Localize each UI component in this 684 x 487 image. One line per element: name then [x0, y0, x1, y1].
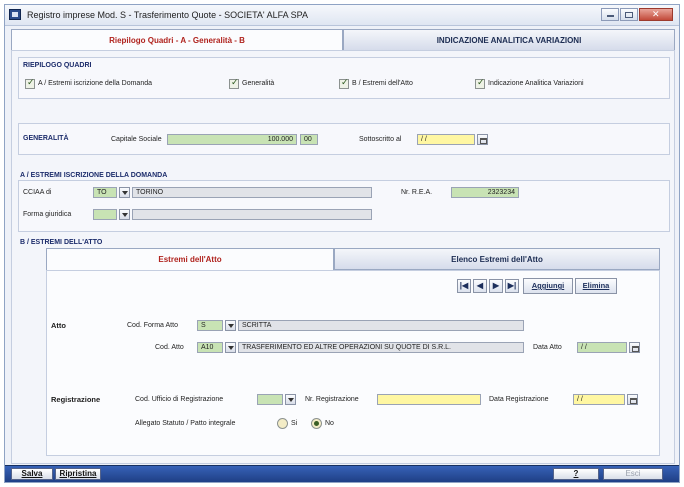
data-atto-label: Data Atto — [533, 344, 562, 351]
rea-label: Nr. R.E.A. — [401, 189, 433, 196]
radio-si[interactable] — [277, 418, 288, 429]
checkbox-generalita[interactable] — [229, 77, 239, 89]
allegato-statuto-label: Allegato Statuto / Patto integrale — [135, 420, 236, 427]
app-icon — [9, 9, 21, 20]
cciaa-dropdown-icon[interactable] — [119, 187, 130, 198]
radio-no-label: No — [325, 420, 334, 427]
cod-ufficio-dropdown-icon[interactable] — [285, 394, 296, 405]
forma-giuridica-label: Forma giuridica — [23, 211, 72, 218]
title-bar: Registro imprese Mod. S - Trasferimento … — [5, 5, 679, 26]
cod-forma-atto-field[interactable]: S — [197, 320, 223, 331]
cod-atto-dropdown-icon[interactable] — [225, 342, 236, 353]
checkbox-estremi-atto-label: B / Estremi dell'Atto — [352, 80, 413, 87]
riepilogo-panel: RIEPILOGO QUADRI A / Estremi iscrizione … — [18, 57, 670, 99]
cod-forma-atto-label: Cod. Forma Atto — [127, 322, 178, 329]
forma-atto-desc-field: SCRITTA — [238, 320, 524, 331]
calendar-icon[interactable] — [477, 134, 488, 145]
data-atto-field[interactable]: / / — [577, 342, 627, 353]
radio-no[interactable] — [311, 418, 322, 429]
calendar-icon[interactable] — [627, 394, 638, 405]
checkbox-generalita-label: Generalità — [242, 80, 275, 87]
save-button[interactable]: Salva — [11, 468, 53, 480]
checkbox-estremi-iscrizione[interactable] — [25, 77, 35, 89]
checkbox-estremi-atto[interactable] — [339, 77, 349, 89]
last-record-icon[interactable]: ▶| — [505, 279, 519, 293]
bottom-toolbar: Salva Ripristina ? Esci — [5, 465, 679, 482]
window-controls — [600, 8, 673, 21]
close-button[interactable] — [639, 8, 673, 21]
cod-ufficio-label: Cod. Ufficio di Registrazione — [135, 396, 224, 403]
elimina-button[interactable]: Elimina — [575, 278, 617, 294]
record-navigator: |◀ ◀ ▶ ▶| Aggiungi Elimina — [457, 278, 657, 295]
tab-riepilogo[interactable]: Riepilogo Quadri - A - Generalità - B — [11, 29, 343, 51]
capitale-sociale-field[interactable]: 100.000 — [167, 134, 297, 145]
nr-registrazione-label: Nr. Registrazione — [305, 396, 359, 403]
capitale-decimali-field[interactable]: 00 — [300, 134, 318, 145]
generalita-title: GENERALITÀ — [23, 135, 69, 142]
maximize-button[interactable] — [620, 8, 638, 21]
minimize-button[interactable] — [601, 8, 619, 21]
tab-content: RIEPILOGO QUADRI A / Estremi iscrizione … — [11, 50, 675, 464]
tab-estremi-atto[interactable]: Estremi dell'Atto — [46, 248, 334, 270]
next-record-icon[interactable]: ▶ — [489, 279, 503, 293]
sezione-b-title: B / ESTREMI DELL'ATTO — [20, 239, 103, 246]
cod-forma-atto-dropdown-icon[interactable] — [225, 320, 236, 331]
prev-record-icon[interactable]: ◀ — [473, 279, 487, 293]
exit-button[interactable]: Esci — [603, 468, 663, 480]
nr-registrazione-field[interactable] — [377, 394, 481, 405]
radio-si-label: Si — [291, 420, 298, 427]
sottoscritto-field[interactable]: / / — [417, 134, 475, 145]
generalita-panel: GENERALITÀ Capitale Sociale 100.000 00 S… — [18, 123, 670, 155]
tab-indicazione-analitica[interactable]: INDICAZIONE ANALITICA VARIAZIONI — [343, 29, 675, 51]
rea-field[interactable]: 2323234 — [451, 187, 519, 198]
riepilogo-title: RIEPILOGO QUADRI — [23, 62, 92, 69]
cod-atto-field[interactable]: A10 — [197, 342, 223, 353]
forma-giuridica-desc-field — [132, 209, 372, 220]
main-window: Registro imprese Mod. S - Trasferimento … — [4, 4, 680, 483]
sezione-a-panel: CCIAA di TO TORINO Nr. R.E.A. 2323234 Fo… — [18, 180, 670, 232]
help-button[interactable]: ? — [553, 468, 599, 480]
cciaa-name-field: TORINO — [132, 187, 372, 198]
cod-ufficio-field[interactable] — [257, 394, 283, 405]
checkbox-estremi-iscrizione-label: A / Estremi iscrizione della Domanda — [38, 80, 152, 87]
forma-giuridica-code-field[interactable] — [93, 209, 117, 220]
cciaa-label: CCIAA di — [23, 189, 52, 196]
atto-desc-field: TRASFERIMENTO ED ALTRE OPERAZIONI SU QUO… — [238, 342, 524, 353]
tab-elenco-estremi-atto[interactable]: Elenco Estremi dell'Atto — [334, 248, 660, 270]
estremi-atto-panel: |◀ ◀ ▶ ▶| Aggiungi Elimina Atto Cod. For… — [46, 270, 660, 456]
calendar-icon[interactable] — [629, 342, 640, 353]
cod-atto-label: Cod. Atto — [155, 344, 184, 351]
capitale-sociale-label: Capitale Sociale — [111, 136, 162, 143]
checkbox-indicazione-analitica[interactable] — [475, 77, 485, 89]
registrazione-label: Registrazione — [51, 395, 101, 404]
checkbox-indicazione-analitica-label: Indicazione Analitica Variazioni — [488, 80, 584, 87]
restore-button[interactable]: Ripristina — [55, 468, 101, 480]
forma-giuridica-dropdown-icon[interactable] — [119, 209, 130, 220]
sezione-a-title: A / ESTREMI ISCRIZIONE DELLA DOMANDA — [20, 172, 168, 179]
atto-label: Atto — [51, 321, 66, 330]
cciaa-code-field[interactable]: TO — [93, 187, 117, 198]
window-title: Registro imprese Mod. S - Trasferimento … — [27, 10, 308, 20]
aggiungi-button[interactable]: Aggiungi — [523, 278, 573, 294]
data-registrazione-label: Data Registrazione — [489, 396, 549, 403]
first-record-icon[interactable]: |◀ — [457, 279, 471, 293]
sottoscritto-label: Sottoscritto al — [359, 136, 402, 143]
data-registrazione-field[interactable]: / / — [573, 394, 625, 405]
